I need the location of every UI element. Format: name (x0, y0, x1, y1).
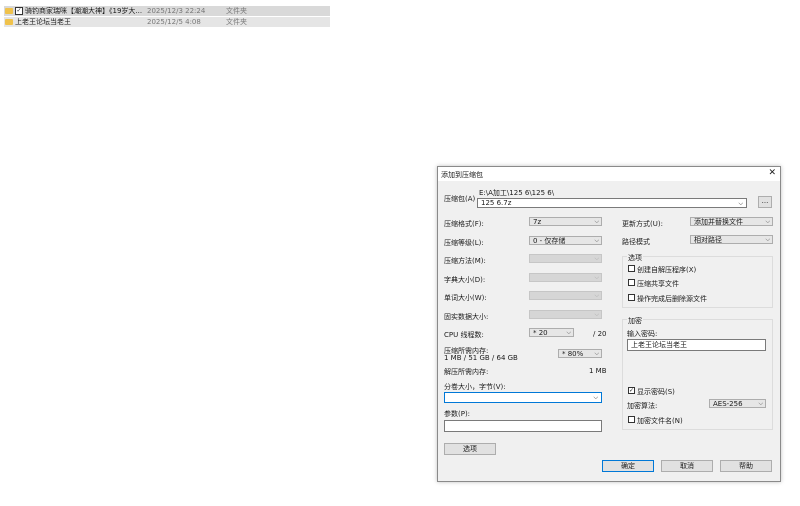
close-icon[interactable]: ✕ (768, 168, 776, 178)
dialog-title: 添加到压缩包 (441, 171, 483, 179)
dict-label: 字典大小(D): (444, 276, 486, 284)
chevron-down-icon: ⌵ (594, 274, 599, 281)
file-type: 文件夹 (226, 7, 247, 15)
mem-decomp-value: 1 MB (589, 367, 607, 375)
show-password-checkbox[interactable]: ✓ (628, 387, 635, 394)
chevron-down-icon: ⌵ (593, 394, 598, 401)
sfx-checkbox[interactable] (628, 265, 635, 272)
file-row[interactable]: 上老王论坛当老王 2025/12/5 4:08 文件夹 (4, 17, 330, 27)
archive-path: E:\A加工\125 6\125 6\ (479, 189, 555, 197)
file-name: 上老王论坛当老王 (15, 18, 71, 26)
shared-files-checkbox[interactable] (628, 279, 635, 286)
encrypt-names-checkbox[interactable] (628, 416, 635, 423)
folder-icon (5, 19, 13, 25)
cpu-select[interactable]: * 20 ⌵ (529, 328, 574, 337)
chevron-down-icon: ⌵ (566, 329, 571, 336)
path-mode-select[interactable]: 相对路径 ⌵ (690, 235, 773, 244)
sfx-label: 创建自解压程序(X) (637, 266, 697, 274)
chevron-down-icon: ⌵ (738, 200, 743, 207)
chevron-down-icon: ⌵ (594, 255, 599, 262)
delete-after-label: 操作完成后删除源文件 (637, 295, 707, 303)
split-label: 分卷大小，字节(V): (444, 383, 506, 391)
update-select[interactable]: 添加并替换文件 ⌵ (690, 217, 773, 226)
cancel-button[interactable]: 取消 (661, 460, 713, 472)
show-password-label: 显示密码(S) (637, 388, 675, 396)
encryption-group-title: 加密 (627, 316, 643, 326)
enc-method-select[interactable]: AES-256 ⌵ (709, 399, 766, 408)
options-button[interactable]: 选项 (444, 443, 496, 455)
dict-select[interactable]: ⌵ (529, 273, 602, 282)
format-select[interactable]: 7z ⌵ (529, 217, 602, 226)
file-name: 骑钓商家瑞咪【潮潮大神】《19岁大... (25, 7, 143, 15)
word-label: 单词大小(W): (444, 294, 487, 302)
shared-files-label: 压缩共享文件 (637, 280, 679, 288)
archive-label: 压缩包(A) (444, 195, 476, 203)
mem-percent-select[interactable]: * 80% ⌵ (558, 349, 602, 358)
encrypt-names-label: 加密文件名(N) (637, 417, 683, 425)
file-type: 文件夹 (226, 18, 247, 26)
file-row[interactable]: ✓ 骑钓商家瑞咪【潮潮大神】《19岁大... 2025/12/3 22:24 文… (4, 6, 330, 16)
level-label: 压缩等级(L): (444, 239, 484, 247)
file-date: 2025/12/5 4:08 (147, 18, 201, 26)
options-group-title: 选项 (627, 253, 643, 263)
chevron-down-icon: ⌵ (594, 350, 599, 357)
password-input[interactable]: 上老王论坛当老王 (627, 339, 766, 351)
row-checkbox[interactable]: ✓ (15, 7, 23, 15)
method-label: 压缩方法(M): (444, 257, 486, 265)
add-to-archive-dialog: 添加到压缩包 ✕ 压缩包(A) E:\A加工\125 6\125 6\ 125 … (437, 166, 781, 482)
format-label: 压缩格式(F): (444, 220, 484, 228)
folder-icon (5, 8, 13, 14)
cpu-label: CPU 线程数: (444, 331, 484, 339)
mem-decomp-label: 解压所需内存: (444, 368, 489, 376)
level-select[interactable]: 0 - 仅存储 ⌵ (529, 236, 602, 245)
file-date: 2025/12/3 22:24 (147, 7, 206, 15)
browse-button[interactable]: ... (758, 196, 772, 208)
method-select[interactable]: ⌵ (529, 254, 602, 263)
params-label: 参数(P): (444, 410, 471, 418)
help-button[interactable]: 帮助 (720, 460, 772, 472)
chevron-down-icon: ⌵ (765, 218, 770, 225)
chevron-down-icon: ⌵ (594, 218, 599, 225)
ok-button[interactable]: 确定 (602, 460, 654, 472)
chevron-down-icon: ⌵ (594, 237, 599, 244)
archive-name-combo[interactable]: 125 6.7z ⌵ (477, 198, 747, 208)
cpu-total: / 20 (593, 330, 607, 338)
chevron-down-icon: ⌵ (594, 311, 599, 318)
update-label: 更新方式(U): (622, 220, 663, 228)
chevron-down-icon: ⌵ (594, 292, 599, 299)
chevron-down-icon: ⌵ (765, 236, 770, 243)
split-size-combo[interactable]: ⌵ (444, 392, 602, 403)
chevron-down-icon: ⌵ (758, 400, 763, 407)
mem-comp-values: 1 MB / 51 GB / 64 GB (444, 354, 518, 362)
params-input[interactable] (444, 420, 602, 432)
delete-after-checkbox[interactable] (628, 294, 635, 301)
enc-method-label: 加密算法: (627, 402, 658, 410)
solid-label: 固实数据大小: (444, 313, 489, 321)
password-label: 输入密码: (627, 330, 658, 338)
title-bar: 添加到压缩包 ✕ (438, 167, 780, 181)
word-select[interactable]: ⌵ (529, 291, 602, 300)
solid-select[interactable]: ⌵ (529, 310, 602, 319)
path-mode-label: 路径模式 (622, 238, 650, 246)
